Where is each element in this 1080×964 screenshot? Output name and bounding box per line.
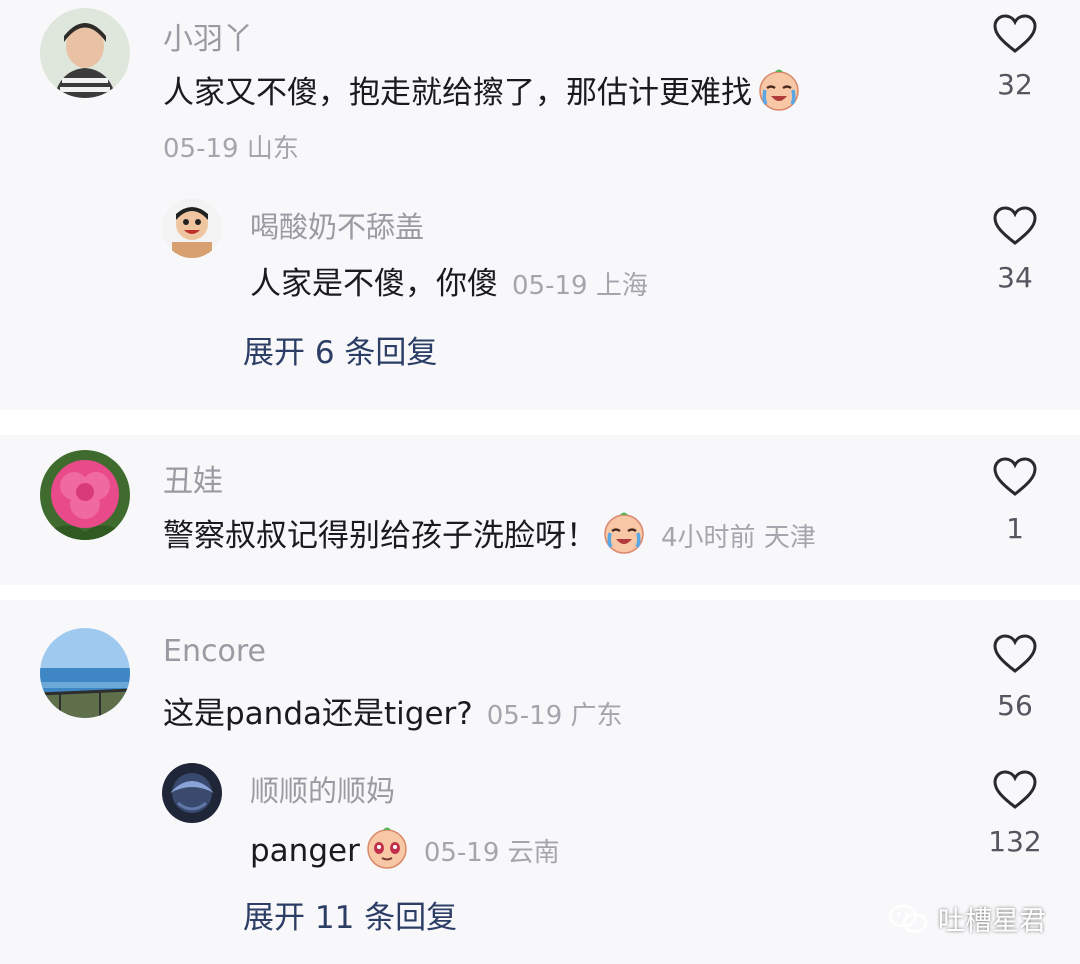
reply-meta: 05-19 上海 [512, 271, 648, 301]
heart-icon[interactable] [992, 205, 1038, 247]
shy-face-emoji [364, 824, 410, 870]
reply-body: 人家是不傻，你傻 [250, 266, 498, 302]
avatar[interactable] [40, 628, 130, 718]
comment-author[interactable]: 小羽丫 [163, 14, 253, 58]
comment-author[interactable]: Encore [163, 634, 266, 669]
like-count: 132 [988, 825, 1042, 858]
avatar[interactable] [162, 198, 222, 258]
expand-replies-button[interactable]: 展开 11 条回复 [243, 892, 457, 937]
like-count: 34 [997, 261, 1033, 294]
comment-location: 山东 [246, 134, 299, 164]
comment-body: 人家又不傻，抱走就给擦了，那估计更难找 [163, 75, 752, 111]
crying-face-emoji [601, 509, 647, 555]
avatar[interactable] [40, 8, 130, 98]
heart-icon[interactable] [992, 769, 1038, 811]
comment-author[interactable]: 丑娃 [163, 456, 223, 500]
reply-text: 人家是不傻，你傻 05-19 上海 [250, 258, 648, 303]
comment-meta: 05-19 广东 [486, 701, 623, 731]
reply-meta: 05-19 云南 [423, 838, 560, 868]
comment-date: 05-19 [163, 134, 239, 164]
comment-text: 警察叔叔记得别给孩子洗脸呀！ 4小时前 天津 [163, 509, 816, 555]
watermark-text: 吐槽星君 [938, 906, 1046, 937]
crying-face-emoji [756, 66, 802, 112]
reply-body: panger [250, 833, 360, 869]
wechat-icon [888, 904, 928, 933]
comment-text: 这是panda还是tiger? 05-19 广东 [163, 688, 623, 733]
reply-author[interactable]: 喝酸奶不舔盖 [250, 204, 424, 246]
comment-body: 警察叔叔记得别给孩子洗脸呀！ [163, 518, 597, 554]
comment-thread-1 [0, 0, 1080, 410]
like-count: 1 [1006, 512, 1024, 545]
heart-icon[interactable] [992, 633, 1038, 675]
watermark: 吐槽星君 [888, 899, 1046, 938]
divider [0, 585, 1080, 600]
comment-body: 这是panda还是tiger? [163, 696, 473, 732]
comment-text: 人家又不傻，抱走就给擦了，那估计更难找 [163, 66, 802, 112]
avatar[interactable] [162, 763, 222, 823]
expand-replies-button[interactable]: 展开 6 条回复 [243, 327, 437, 372]
heart-icon[interactable] [992, 13, 1038, 55]
heart-icon[interactable] [992, 456, 1038, 498]
comment-meta: 05-19 山东 [163, 128, 299, 165]
avatar[interactable] [40, 450, 130, 540]
like-count: 56 [997, 689, 1033, 722]
reply-text: panger 05-19 云南 [250, 824, 560, 870]
like-count: 32 [997, 68, 1033, 101]
comment-meta: 4小时前 天津 [661, 523, 816, 553]
reply-author[interactable]: 顺顺的顺妈 [250, 768, 395, 810]
divider [0, 410, 1080, 435]
